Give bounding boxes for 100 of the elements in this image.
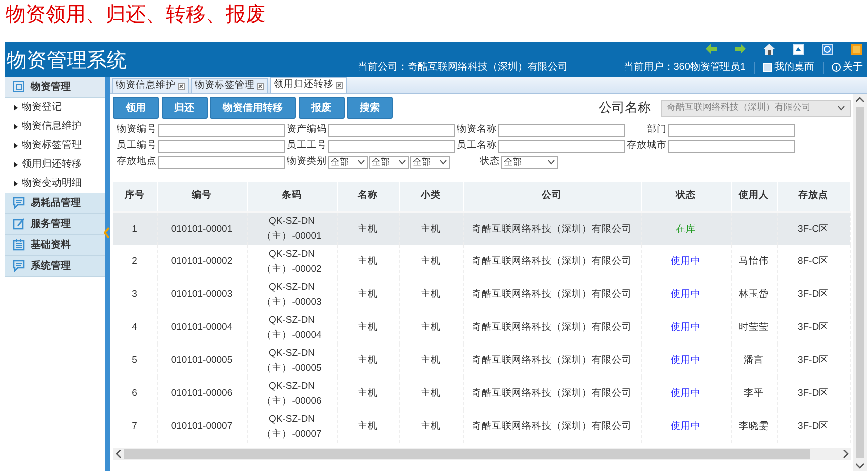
help-icon[interactable] <box>822 44 833 55</box>
table-cell: 奇酷互联网络科技（深圳）有限公司 <box>463 377 641 410</box>
field-label: 状态 <box>479 155 500 170</box>
close-icon[interactable] <box>257 82 264 90</box>
calendar-icon <box>13 239 25 251</box>
column-header[interactable]: 状态 <box>641 182 731 212</box>
table-cell: 奇酷互联网络科技（深圳）有限公司 <box>463 245 641 278</box>
home-icon[interactable] <box>764 44 775 55</box>
sidebar-group[interactable]: 系统管理 <box>5 256 105 277</box>
chat-icon <box>13 197 25 209</box>
current-user: 当前用户：360物资管理员1 <box>622 60 747 75</box>
scroll-left-icon[interactable] <box>116 450 122 458</box>
sidebar-item[interactable]: 物资变动明细 <box>5 174 105 193</box>
action-button[interactable]: 报废 <box>298 97 344 119</box>
sidebar-item[interactable]: 领用归还转移 <box>5 155 105 174</box>
field-label: 物资类别 <box>286 155 327 170</box>
chevron-icon <box>548 160 555 165</box>
column-header[interactable]: 公司 <box>463 182 641 212</box>
sidebar-item[interactable]: 物资登记 <box>5 98 105 117</box>
select-field[interactable]: 全部 <box>328 156 368 169</box>
input-field[interactable] <box>668 124 795 137</box>
close-icon[interactable] <box>178 82 185 90</box>
table-cell: 主机 <box>337 344 399 378</box>
tile-icon[interactable] <box>851 44 862 55</box>
about-link[interactable]: 关于 <box>843 60 863 75</box>
table-cell: 3F-D区 <box>777 278 850 312</box>
close-icon[interactable] <box>336 82 343 89</box>
column-header[interactable]: 编号 <box>157 182 247 212</box>
table-cell: 潘言 <box>731 344 777 378</box>
action-button[interactable]: 领用 <box>113 97 159 119</box>
input-field[interactable] <box>328 124 455 137</box>
info-icon <box>832 63 840 72</box>
column-header[interactable]: 名称 <box>337 182 399 212</box>
action-button[interactable]: 归还 <box>162 97 208 119</box>
sidebar-item[interactable]: 物资信息维护 <box>5 117 105 136</box>
field-label: 物资名称 <box>456 123 497 138</box>
select-field[interactable]: 全部 <box>410 156 450 169</box>
column-header[interactable]: 使用人 <box>731 182 777 212</box>
column-header[interactable]: 条码 <box>247 182 337 212</box>
table-cell: 3F-D区 <box>777 311 850 344</box>
table-cell: 主机 <box>337 311 399 344</box>
sidebar-group[interactable]: 物资管理 <box>5 77 105 98</box>
table-cell: 主机 <box>337 278 399 312</box>
forward-arrow-icon[interactable] <box>735 44 746 54</box>
select-field[interactable]: 全部 <box>369 156 409 169</box>
chat-icon <box>13 260 25 272</box>
table-cell: QK-SZ-DN（主）-00007 <box>247 410 337 444</box>
table-cell: 奇酷互联网络科技（深圳）有限公司 <box>463 278 641 312</box>
table-cell: 6 <box>113 377 157 410</box>
input-field[interactable] <box>328 140 455 153</box>
field-label: 员工编号 <box>116 139 157 154</box>
scroll-right-icon[interactable] <box>842 450 848 458</box>
tab[interactable]: 物资标签管理 <box>191 78 268 93</box>
table-cell: 林玉岱 <box>731 278 777 312</box>
input-field[interactable] <box>498 140 625 153</box>
tab[interactable]: 领用归还转移 <box>270 77 347 93</box>
column-header[interactable]: 序号 <box>113 182 157 212</box>
table-cell: 1 <box>113 212 157 246</box>
table-cell: 5 <box>113 344 157 378</box>
column-header[interactable]: 小类 <box>399 182 463 212</box>
sidebar-group[interactable]: 易耗品管理 <box>5 193 105 214</box>
field-label: 员工名称 <box>456 139 497 154</box>
table-cell: QK-SZ-DN（主）-00003 <box>247 278 337 312</box>
table-cell: 010101-00004 <box>157 311 247 344</box>
table-cell: 2 <box>113 245 157 278</box>
select-field[interactable]: 全部 <box>501 156 558 169</box>
status-cell: 使用中 <box>641 311 731 344</box>
sidebar-group[interactable]: 服务管理 <box>5 214 105 235</box>
action-button[interactable]: 搜索 <box>347 97 393 119</box>
input-field[interactable] <box>668 140 795 153</box>
action-button[interactable]: 物资借用转移 <box>210 97 296 119</box>
sidebar-item[interactable]: 物资标签管理 <box>5 136 105 155</box>
app-title: 物资管理系统 <box>6 49 128 74</box>
collapse-icon[interactable] <box>104 227 110 239</box>
vertical-scrollbar[interactable] <box>853 94 867 471</box>
window-icon[interactable] <box>793 44 804 55</box>
sidebar-group[interactable]: 基础资料 <box>5 235 105 256</box>
table-cell: 奇酷互联网络科技（深圳）有限公司 <box>463 410 641 444</box>
status-cell: 使用中 <box>641 377 731 410</box>
status-cell: 使用中 <box>641 344 731 378</box>
tab[interactable]: 物资信息维护 <box>112 78 189 93</box>
chevron-icon <box>399 160 406 165</box>
input-field[interactable] <box>158 140 285 153</box>
table-cell: QK-SZ-DN（主）-00006 <box>247 377 337 410</box>
table-cell: 奇酷互联网络科技（深圳）有限公司 <box>463 212 641 246</box>
table-cell: 奇酷互联网络科技（深圳）有限公司 <box>463 311 641 344</box>
input-field[interactable] <box>158 156 285 169</box>
scroll-down-icon[interactable] <box>856 462 864 468</box>
my-desktop-link[interactable]: 我的桌面 <box>774 60 814 75</box>
status-cell: 使用中 <box>641 245 731 278</box>
page-title: 物资领用、归还、转移、报废 <box>5 3 267 28</box>
column-header[interactable]: 存放点 <box>777 182 850 212</box>
table-cell: QK-SZ-DN（主）-00002 <box>247 245 337 278</box>
scroll-up-icon[interactable] <box>856 96 864 102</box>
status-cell: 在库 <box>641 212 731 246</box>
input-field[interactable] <box>498 124 625 137</box>
horizontal-scrollbar[interactable] <box>113 448 851 460</box>
input-field[interactable] <box>158 124 285 137</box>
table-cell: 马怡伟 <box>731 245 777 278</box>
back-arrow-icon[interactable] <box>706 44 717 54</box>
